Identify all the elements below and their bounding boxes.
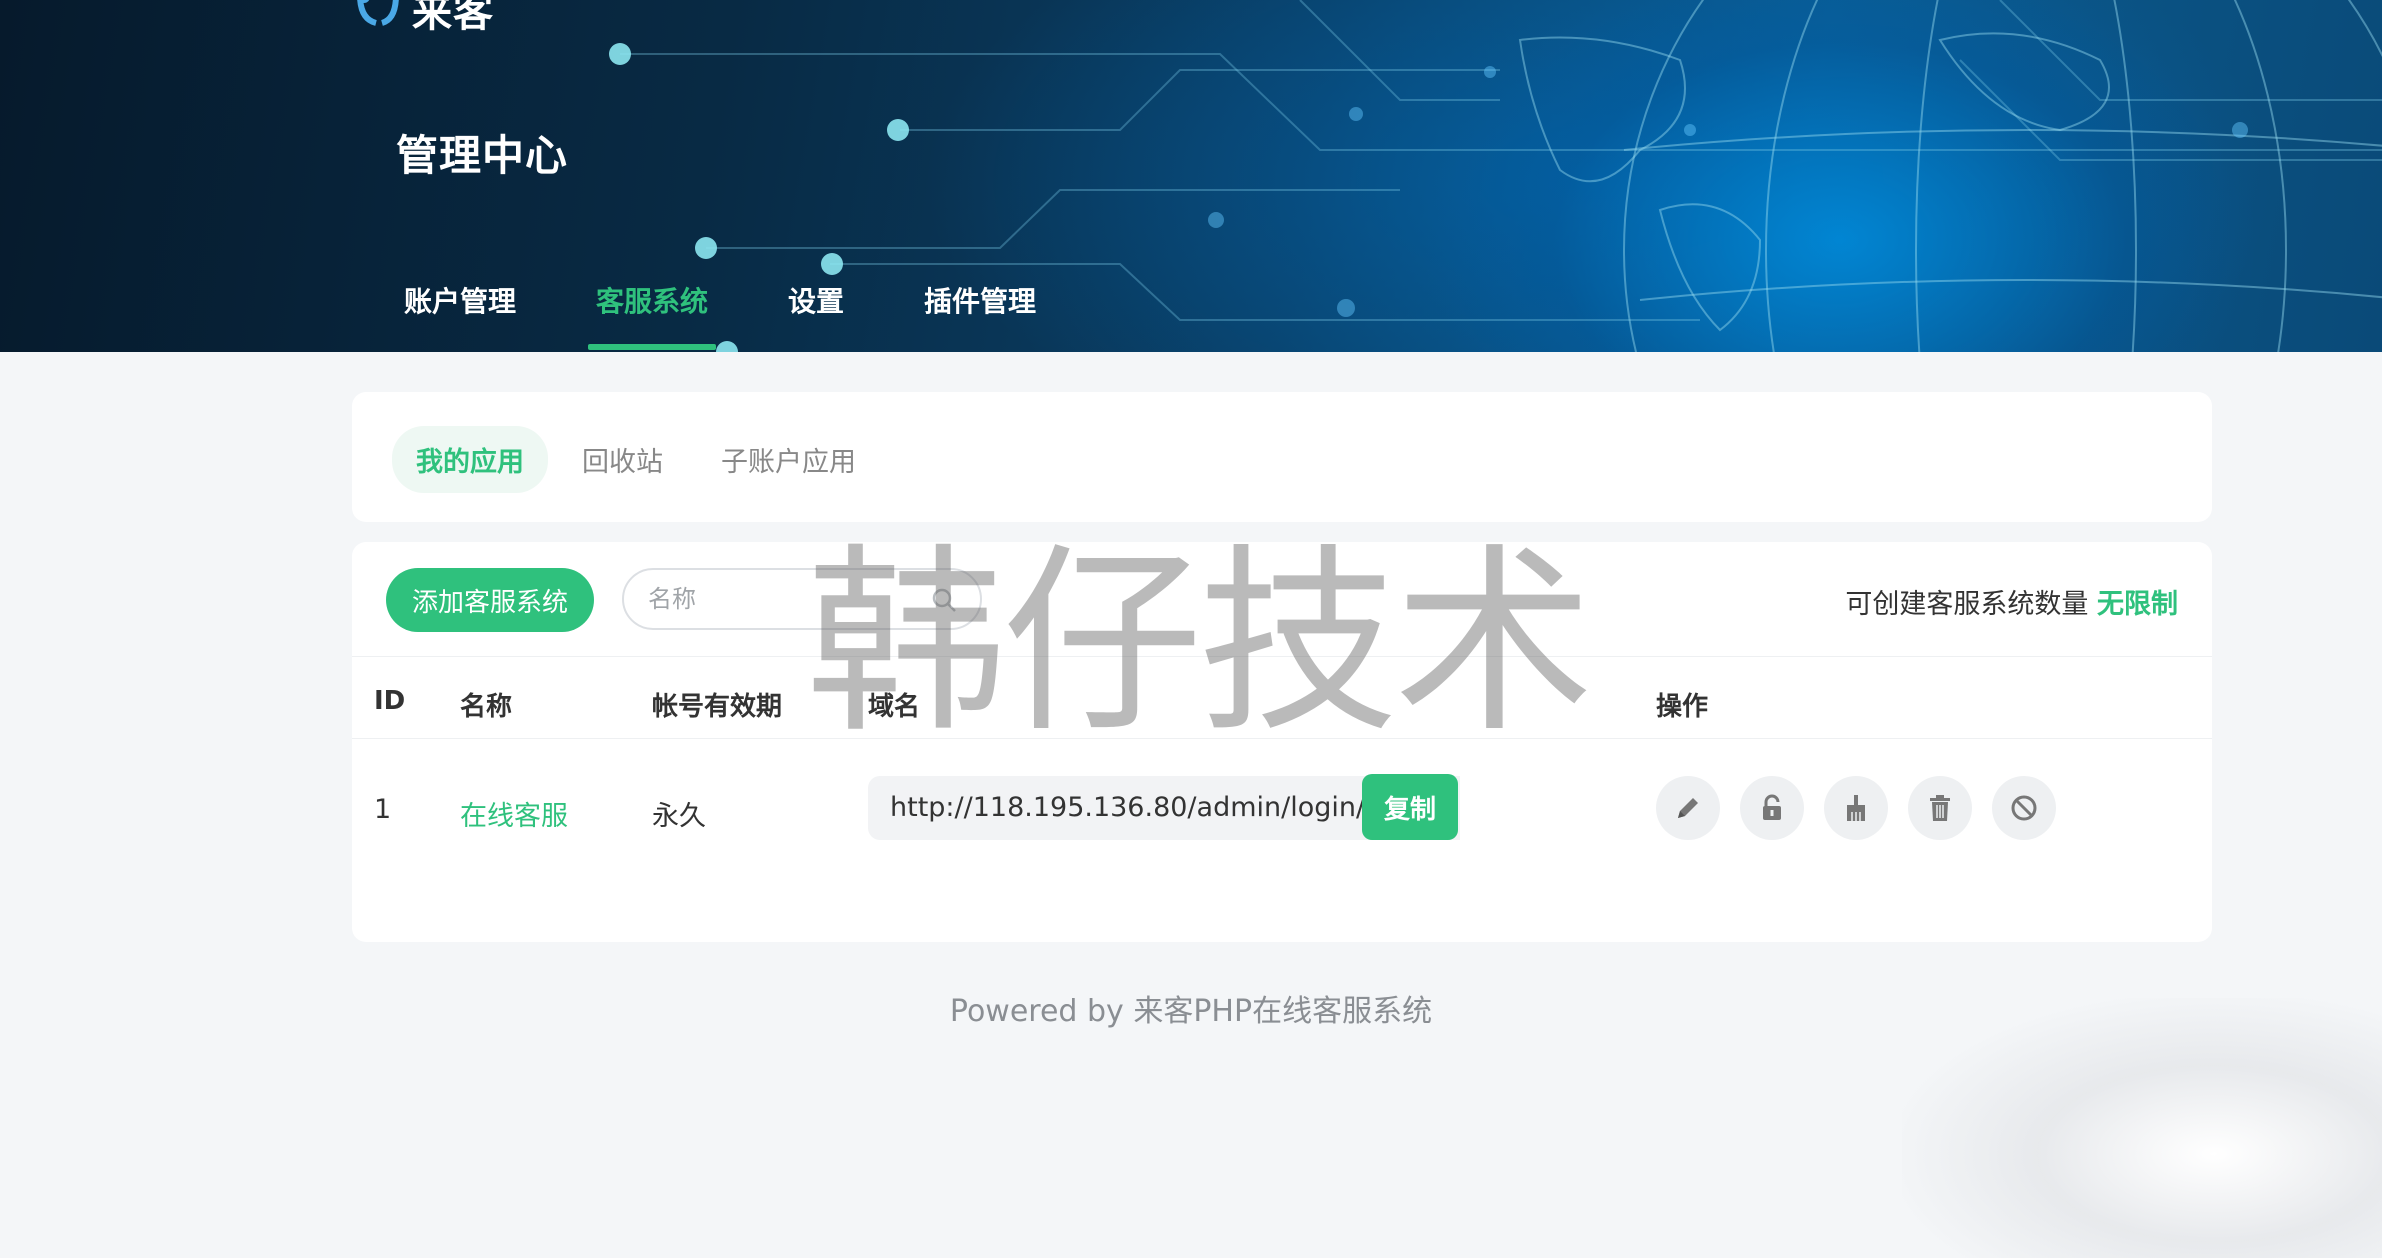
tab-subaccount-apps[interactable]: 子账户应用 — [697, 426, 880, 493]
table-row: 1 在线客服 永久 http://118.195.136.80/admin/lo… — [352, 742, 2212, 872]
header-actions: 操作 — [1656, 686, 1708, 723]
nav-account-management[interactable]: 账户管理 — [396, 276, 524, 350]
header-id: ID — [374, 686, 405, 716]
nav-customer-service[interactable]: 客服系统 — [588, 276, 716, 350]
unlock-button[interactable] — [1740, 776, 1804, 840]
corner-glow-decoration — [1902, 998, 2382, 1258]
broom-icon — [1840, 792, 1872, 824]
divider — [352, 656, 2212, 657]
cell-name-link[interactable]: 在线客服 — [460, 794, 568, 833]
search-input[interactable] — [648, 585, 928, 613]
nav-settings[interactable]: 设置 — [780, 276, 852, 350]
divider — [352, 738, 2212, 739]
copy-button[interactable]: 复制 — [1362, 774, 1458, 840]
headset-logo-icon — [356, 0, 406, 29]
disable-button[interactable] — [1992, 776, 2056, 840]
edit-button[interactable] — [1656, 776, 1720, 840]
quota-value: 无限制 — [2097, 589, 2178, 620]
top-navigation: 账户管理 客服系统 设置 插件管理 — [396, 276, 1108, 350]
page-title: 管理中心 — [396, 122, 568, 183]
add-service-button[interactable]: 添加客服系统 — [386, 568, 594, 632]
tab-recycle-bin[interactable]: 回收站 — [558, 426, 687, 493]
quota-info: 可创建客服系统数量 无限制 — [1845, 582, 2178, 621]
table-header: ID 名称 帐号有效期 域名 操作 — [352, 662, 2212, 742]
header-banner: 来客 管理中心 账户管理 客服系统 设置 插件管理 — [0, 0, 2382, 352]
header-name: 名称 — [460, 686, 512, 723]
quota-label: 可创建客服系统数量 — [1845, 589, 2088, 620]
cell-expiry: 永久 — [652, 794, 706, 833]
logo-text: 来客 — [412, 0, 494, 38]
trash-icon — [1924, 792, 1956, 824]
header-expiry: 帐号有效期 — [652, 686, 782, 723]
apps-card: 添加客服系统 可创建客服系统数量 无限制 ID 名称 帐号有效期 域名 操作 1… — [352, 542, 2212, 942]
search-box — [622, 568, 982, 630]
subtabs-card: 我的应用 回收站 子账户应用 — [352, 392, 2212, 522]
circuit-globe-decoration — [0, 0, 2382, 352]
delete-button[interactable] — [1908, 776, 1972, 840]
clean-button[interactable] — [1824, 776, 1888, 840]
brand-logo: 来客 — [356, 0, 494, 32]
edit-icon — [1672, 792, 1704, 824]
ban-icon — [2008, 792, 2040, 824]
header-domain: 域名 — [868, 686, 920, 723]
search-icon[interactable] — [930, 586, 958, 614]
cell-id: 1 — [374, 794, 391, 825]
unlock-icon — [1756, 792, 1788, 824]
nav-plugin-management[interactable]: 插件管理 — [916, 276, 1044, 350]
subtabs: 我的应用 回收站 子账户应用 — [392, 426, 880, 493]
tab-my-apps[interactable]: 我的应用 — [392, 426, 548, 493]
